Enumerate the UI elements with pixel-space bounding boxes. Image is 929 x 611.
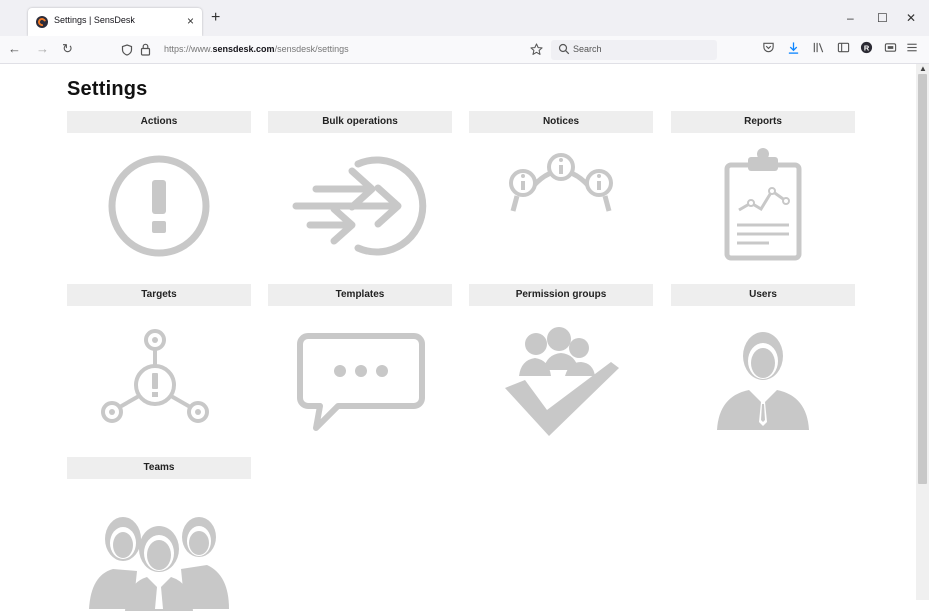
page-title: Settings bbox=[67, 78, 148, 100]
pocket-icon[interactable] bbox=[762, 41, 775, 54]
tile-actions[interactable]: Actions bbox=[67, 111, 251, 265]
forward-arrow-icon[interactable]: → bbox=[36, 41, 49, 57]
account-initial: R bbox=[864, 43, 870, 52]
group-checkmark-icon bbox=[505, 327, 619, 436]
info-chain-icon bbox=[509, 153, 613, 212]
new-tab-button[interactable]: + bbox=[211, 10, 220, 26]
extension-icon[interactable] bbox=[884, 41, 897, 54]
lock-icon[interactable] bbox=[140, 43, 151, 56]
tile-templates[interactable]: Templates bbox=[268, 284, 452, 438]
tile-label: Notices bbox=[469, 111, 653, 133]
tile-label: Templates bbox=[268, 284, 452, 306]
search-placeholder: Search bbox=[573, 44, 602, 54]
tab-title: Settings | SensDesk bbox=[54, 15, 135, 25]
tile-label: Bulk operations bbox=[268, 111, 452, 133]
tile-notices[interactable]: Notices bbox=[469, 111, 653, 265]
back-arrow-icon[interactable]: ← bbox=[8, 41, 21, 57]
user-icon bbox=[717, 332, 809, 430]
clipboard-chart-icon bbox=[724, 148, 802, 261]
exclamation-circle-icon bbox=[108, 155, 210, 257]
tab-close-icon[interactable]: × bbox=[187, 13, 194, 29]
scroll-thumb[interactable] bbox=[918, 74, 927, 484]
tile-label: Permission groups bbox=[469, 284, 653, 306]
url-text[interactable]: https://www.sensdesk.com/sensdesk/settin… bbox=[164, 44, 349, 54]
target-network-icon bbox=[101, 329, 209, 423]
page-content: Settings Actions Bulk operations Notices bbox=[0, 64, 916, 611]
tile-permission-groups[interactable]: Permission groups bbox=[469, 284, 653, 438]
scroll-up-arrow-icon[interactable]: ▲ bbox=[919, 64, 927, 73]
library-icon[interactable] bbox=[812, 41, 825, 54]
menu-hamburger-icon[interactable] bbox=[906, 41, 918, 54]
search-icon bbox=[558, 43, 570, 55]
team-icon bbox=[89, 517, 229, 611]
sidebar-icon[interactable] bbox=[837, 41, 850, 54]
speech-bubble-icon bbox=[297, 333, 425, 431]
tile-reports[interactable]: Reports bbox=[671, 111, 855, 265]
sensdesk-favicon-icon bbox=[36, 16, 48, 28]
minimize-button[interactable]: – bbox=[847, 12, 854, 24]
close-window-button[interactable]: ✕ bbox=[906, 12, 916, 24]
tile-label: Users bbox=[671, 284, 855, 306]
tile-label: Targets bbox=[67, 284, 251, 306]
arrows-into-circle-icon bbox=[292, 156, 427, 256]
tile-users[interactable]: Users bbox=[671, 284, 855, 438]
reload-icon[interactable]: ↻ bbox=[62, 41, 73, 57]
account-avatar-icon[interactable]: R bbox=[860, 41, 873, 54]
page-scrollbar[interactable]: ▲ bbox=[916, 64, 929, 600]
tile-targets[interactable]: Targets bbox=[67, 284, 251, 438]
tile-bulk-operations[interactable]: Bulk operations bbox=[268, 111, 452, 265]
tile-teams[interactable]: Teams bbox=[67, 457, 251, 611]
url-bar[interactable]: https://www.sensdesk.com/sensdesk/settin… bbox=[113, 40, 548, 60]
tile-label: Teams bbox=[67, 457, 251, 479]
maximize-button[interactable]: ☐ bbox=[877, 12, 888, 24]
tab-bar: Settings | SensDesk × + – ☐ ✕ bbox=[0, 0, 929, 36]
tile-label: Actions bbox=[67, 111, 251, 133]
tile-label: Reports bbox=[671, 111, 855, 133]
download-icon[interactable] bbox=[787, 41, 800, 55]
browser-tab[interactable]: Settings | SensDesk × bbox=[28, 8, 202, 36]
bookmark-star-icon[interactable] bbox=[530, 43, 543, 56]
shield-icon[interactable] bbox=[121, 44, 133, 56]
search-box[interactable]: Search bbox=[551, 40, 717, 60]
